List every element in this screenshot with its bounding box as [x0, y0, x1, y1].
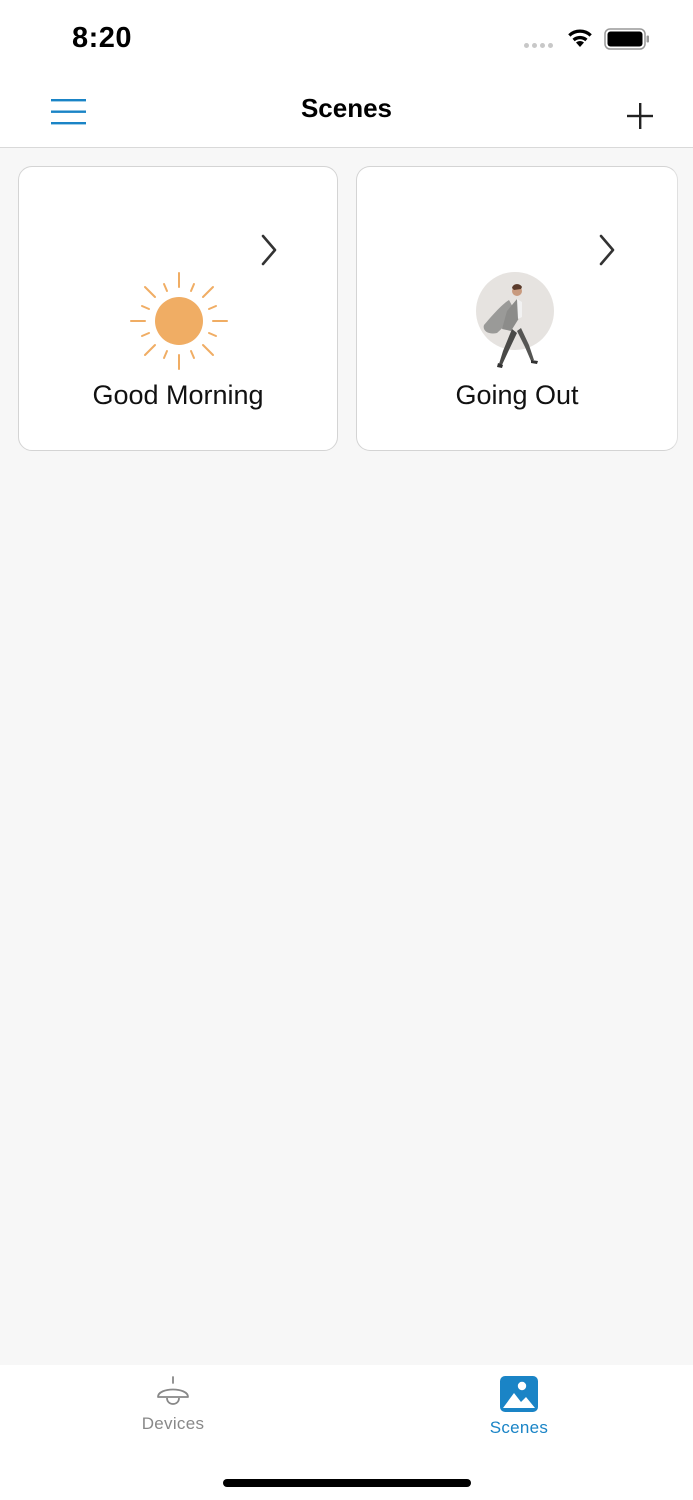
plus-icon: [627, 103, 653, 129]
status-time: 8:20: [72, 22, 133, 54]
cellular-signal-icon: [524, 43, 553, 48]
tab-devices[interactable]: Devices: [108, 1375, 238, 1445]
status-bar: 8:20: [0, 0, 693, 78]
battery-icon: [604, 28, 649, 50]
navigation-header: Scenes: [0, 78, 693, 148]
home-indicator: [223, 1479, 471, 1487]
scene-card-going-out[interactable]: Going Out: [356, 166, 678, 451]
ceiling-lamp-icon: [157, 1376, 189, 1405]
scene-label: Good Morning: [92, 380, 264, 410]
sun-icon: [130, 272, 228, 370]
chevron-right-icon: [261, 234, 277, 266]
wifi-icon: [568, 29, 592, 47]
tab-scenes[interactable]: Scenes: [454, 1375, 584, 1445]
add-scene-button[interactable]: [622, 98, 658, 134]
tab-bar: Devices Scenes: [0, 1365, 693, 1500]
page-title: Scenes: [300, 93, 393, 123]
scene-card-good-morning[interactable]: Good Morning: [18, 166, 338, 451]
chevron-right-icon: [599, 234, 615, 266]
scene-label: Going Out: [455, 380, 579, 410]
tab-label: Devices: [141, 1414, 205, 1433]
walking-person-icon: [476, 272, 554, 368]
tab-label: Scenes: [489, 1418, 549, 1437]
picture-icon: [500, 1376, 538, 1412]
